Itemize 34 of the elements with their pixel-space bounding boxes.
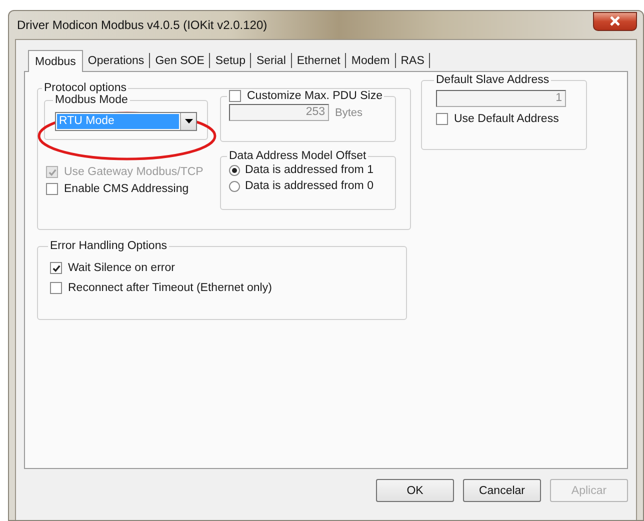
checkbox-option[interactable]: Enable CMS Addressing xyxy=(46,183,208,195)
unit-label: Bytes xyxy=(335,106,363,118)
caret-icon xyxy=(184,119,192,124)
checkbox[interactable] xyxy=(436,113,448,125)
close-icon xyxy=(609,16,621,26)
tab[interactable]: Setup xyxy=(210,53,252,68)
checkbox[interactable] xyxy=(46,183,58,195)
dialog-button[interactable]: OK xyxy=(376,479,454,502)
checkbox[interactable] xyxy=(50,262,62,274)
checkbox-option[interactable]: Use Default Address xyxy=(436,113,572,125)
radio-option[interactable]: Data is addressed from 0 xyxy=(229,180,387,192)
group-title: Protocol options xyxy=(43,82,128,94)
tab[interactable]: Operations xyxy=(82,53,150,68)
tab[interactable]: Serial xyxy=(251,53,292,68)
tab[interactable]: RAS xyxy=(396,53,430,68)
group-title: Modbus Mode xyxy=(54,94,129,106)
tab[interactable]: Gen SOE xyxy=(150,53,210,68)
radio-button[interactable] xyxy=(229,180,240,192)
checkbox-option[interactable]: Wait Silence on error xyxy=(50,262,394,274)
checkbox-option[interactable]: Customize Max. PDU Size xyxy=(229,90,382,102)
checkbox[interactable] xyxy=(50,282,62,294)
window-title: Driver Modicon Modbus v4.0.5 (IOKit v2.0.120) xyxy=(16,18,268,32)
close-button[interactable] xyxy=(593,12,637,30)
group-title: Default Slave Address xyxy=(435,74,550,86)
tab[interactable]: Ethernet xyxy=(292,53,346,68)
radio-button[interactable] xyxy=(229,164,240,176)
checkbox[interactable] xyxy=(229,90,241,102)
radio-option[interactable]: Data is addressed from 1 xyxy=(229,164,387,176)
tab[interactable]: Modbus xyxy=(28,50,83,72)
group-title: Error Handling Options xyxy=(49,240,168,252)
tab[interactable]: Modem xyxy=(346,53,396,68)
group-title: Data Address Model Offset xyxy=(228,150,368,162)
dialog-button[interactable]: Cancelar xyxy=(463,479,541,502)
checkbox-option[interactable]: Reconnect after Timeout (Ethernet only) xyxy=(50,282,394,294)
